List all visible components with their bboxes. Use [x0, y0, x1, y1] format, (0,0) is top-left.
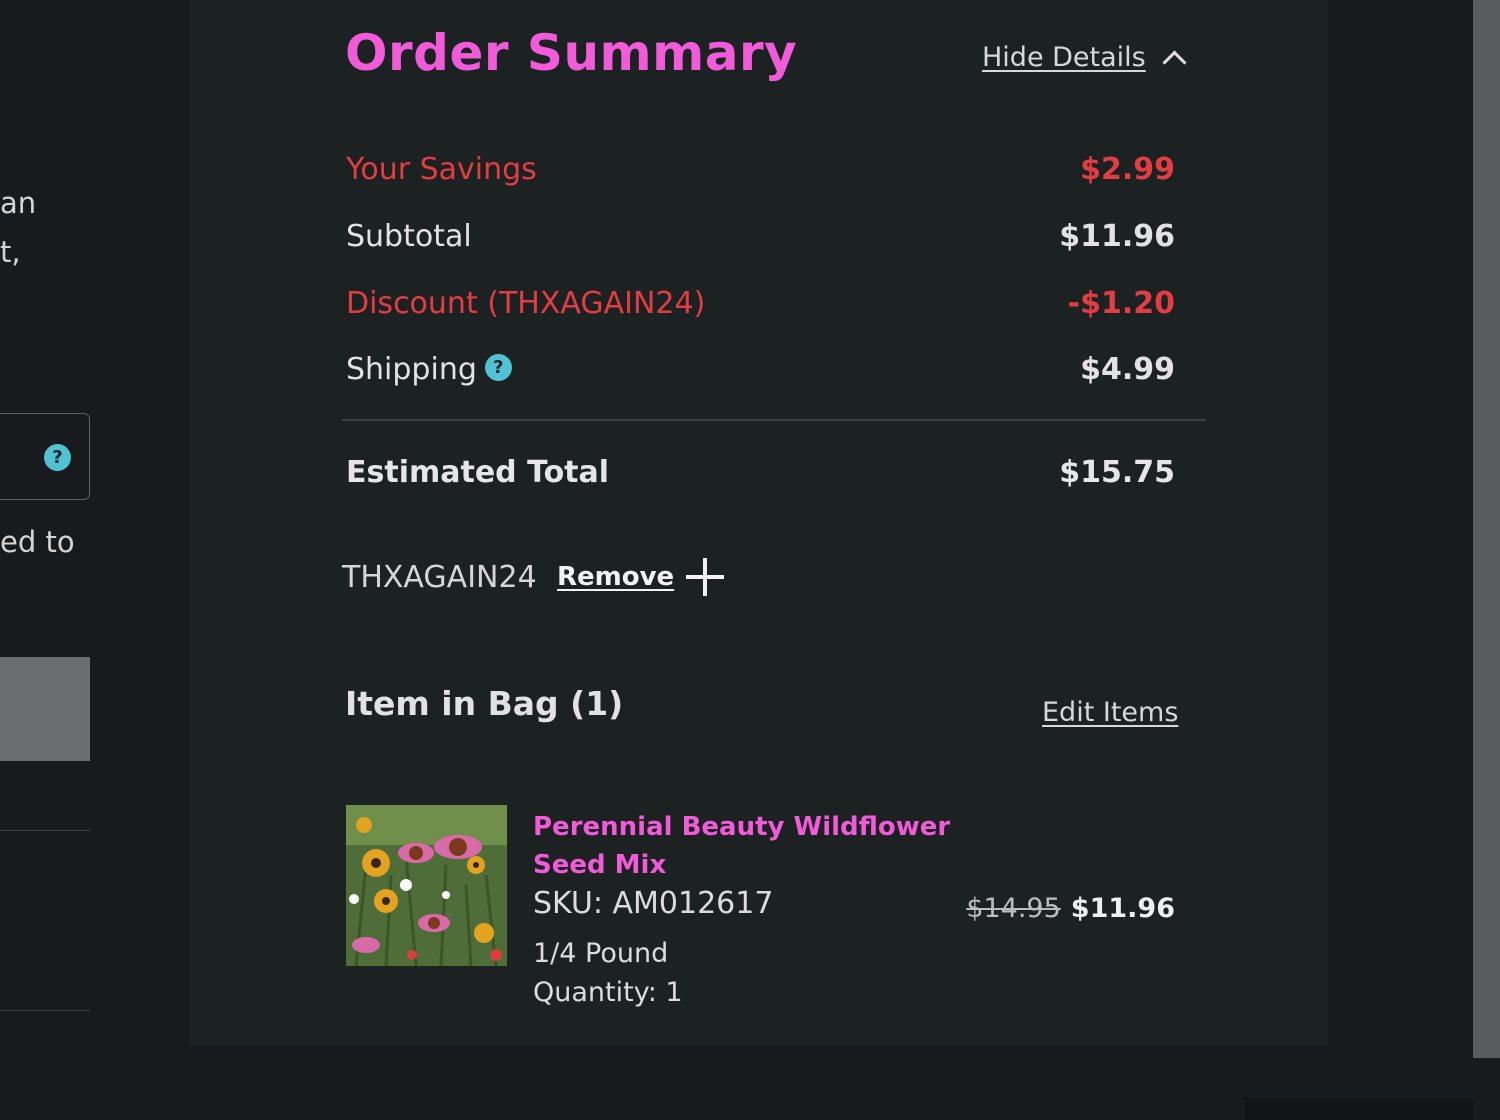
hide-details-label[interactable]: Hide Details	[982, 42, 1146, 73]
discount-value: -$1.20	[1067, 286, 1175, 321]
remove-promo-button[interactable]: Remove	[557, 562, 674, 592]
shipping-row-label: Shipping?	[346, 352, 512, 387]
shipping-label: Shipping	[346, 352, 477, 387]
product-sku: SKU: AM012617	[533, 886, 774, 921]
edit-items-link[interactable]: Edit Items	[1042, 697, 1178, 728]
estimated-total-label: Estimated Total	[346, 455, 610, 490]
sale-price: $11.96	[1070, 893, 1175, 924]
left-divider	[0, 1010, 90, 1011]
left-text-line: an	[0, 186, 37, 220]
product-name-link[interactable]: Perennial Beauty Wildflower Seed Mix	[533, 808, 953, 884]
shipping-value: $4.99	[1080, 352, 1175, 387]
original-price: $14.95	[966, 893, 1061, 924]
product-price: $14.95 $11.96	[966, 893, 1175, 924]
scrollbar[interactable]	[1473, 0, 1500, 1058]
order-summary-title: Order Summary	[345, 24, 798, 82]
help-circle-icon[interactable]: ?	[44, 444, 71, 471]
product-size: 1/4 Pound	[533, 938, 669, 969]
subtotal-value: $11.96	[1059, 219, 1175, 254]
summary-divider	[342, 419, 1206, 421]
left-text-line: t,	[0, 235, 21, 269]
left-button[interactable]	[0, 657, 90, 761]
product-thumbnail[interactable]	[346, 805, 507, 966]
promo-code: THXAGAIN24	[342, 560, 537, 595]
discount-label: Discount (THXAGAIN24)	[346, 286, 706, 321]
help-circle-icon[interactable]: ?	[484, 354, 512, 381]
wildflower-image	[346, 805, 507, 966]
left-divider	[0, 830, 90, 831]
chevron-up-icon[interactable]	[1160, 44, 1188, 72]
estimated-total-value: $15.75	[1059, 455, 1175, 490]
savings-label: Your Savings	[346, 152, 537, 187]
bag-title: Item in Bag (1)	[345, 684, 624, 723]
plus-icon[interactable]	[686, 558, 724, 596]
savings-value: $2.99	[1080, 152, 1175, 187]
bottom-corner-bar	[1245, 1098, 1473, 1120]
subtotal-label: Subtotal	[346, 219, 472, 254]
left-text-line: ed to	[0, 525, 75, 559]
hide-details-link[interactable]: Hide Details	[982, 42, 1188, 73]
product-quantity: Quantity: 1	[533, 977, 683, 1008]
